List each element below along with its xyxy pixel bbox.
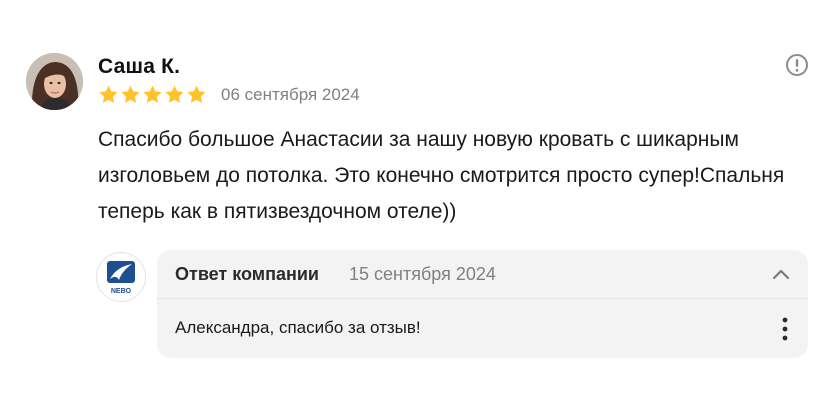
company-reply-card: Ответ компании 15 сентября 2024 Александ… [157,250,808,358]
star-icon [121,85,140,103]
star-icon [143,85,162,103]
rating-stars [98,84,207,105]
star-icon [165,85,184,103]
company-logo: NEBO [96,252,146,302]
review-date: 06 сентября 2024 [221,85,360,104]
reply-date: 15 сентября 2024 [349,264,496,284]
reviewer-name[interactable]: Саша К. [98,55,180,79]
logo-text: NEBO [111,288,132,295]
reply-header[interactable]: Ответ компании 15 сентября 2024 [157,250,808,299]
review-text: Спасибо большое Анастасии за нашу новую … [98,128,785,223]
vertical-dots-icon[interactable] [777,316,793,342]
exclamation-circle-icon[interactable] [785,53,809,77]
reply-text: Александра, спасибо за отзыв! [175,318,421,337]
reply-title: Ответ компании [175,264,319,284]
nebo-logo-icon: NEBO [107,261,135,295]
chevron-up-icon[interactable] [771,266,791,282]
star-icon [99,85,118,103]
star-icon [187,85,206,103]
reviewer-photo [26,53,83,110]
reviewer-avatar[interactable] [26,53,83,110]
